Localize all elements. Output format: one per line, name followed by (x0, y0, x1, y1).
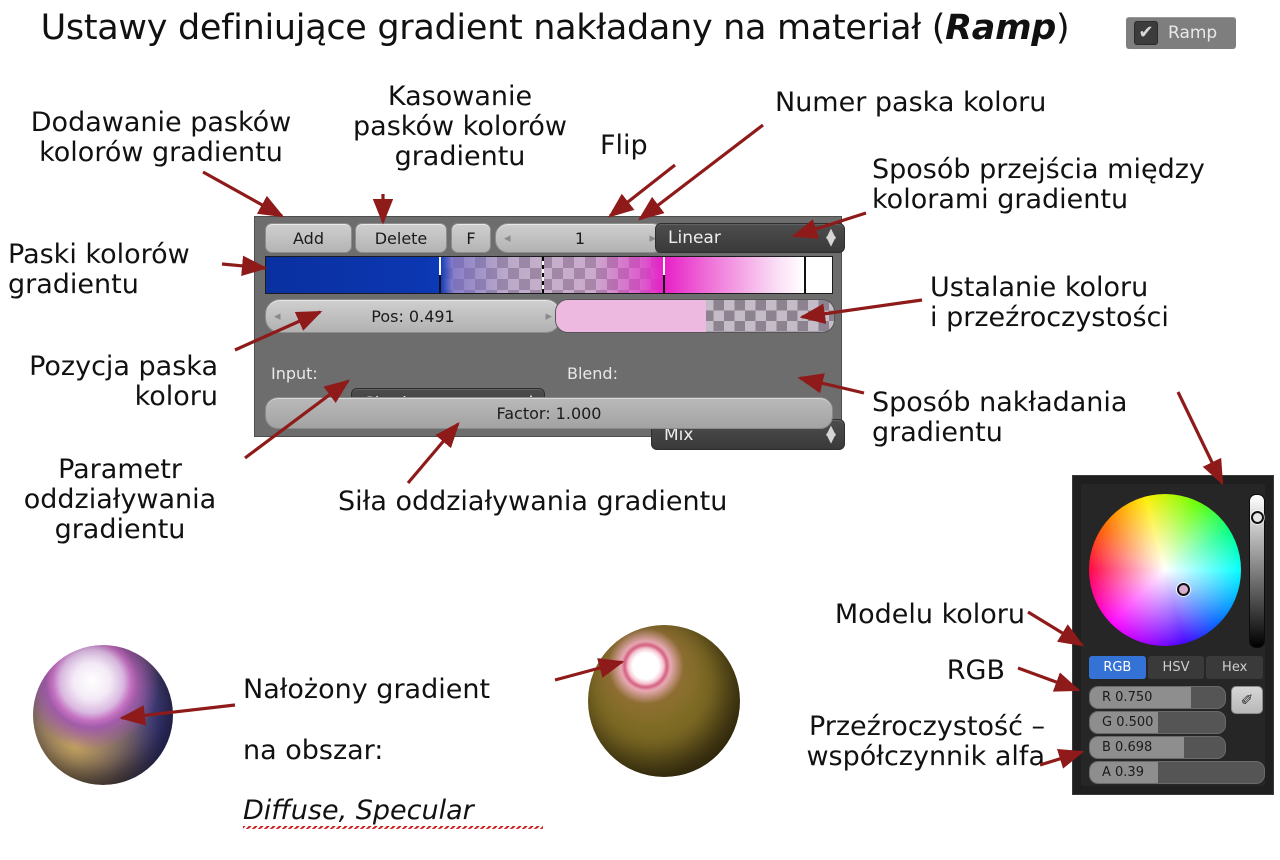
annotation-interpolation: Sposób przejścia między kolorami gradien… (872, 154, 1205, 216)
position-next-icon[interactable]: ▸ (545, 309, 552, 324)
blend-label: Blend: (567, 364, 618, 383)
preview-sphere-specular (588, 625, 740, 777)
delete-button[interactable]: Delete (355, 223, 447, 253)
annotation-stripe-number: Numer paska koloru (775, 87, 1047, 118)
stripe-index-value: 1 (574, 228, 586, 248)
annotation-set-color-alpha: Ustalanie koloru i przeźroczystości (930, 272, 1169, 334)
interpolation-dropdown[interactable]: Linear ▲ ▼ (655, 223, 845, 253)
annotation-stripe-position: Pozycja paska koloru (29, 351, 218, 413)
channel-label-b: B 0.698 (1102, 740, 1153, 755)
annotation-add-stripes: Dodawanie pasków kolorów gradientu (30, 107, 292, 169)
page-title-prefix: Ustawy definiujące gradient nakładany na… (40, 8, 946, 48)
color-wheel-cursor[interactable] (1177, 583, 1190, 596)
chevron-down-icon: ▼ (826, 430, 836, 446)
preview-sphere-diffuse (33, 645, 173, 785)
tab-rgb[interactable]: RGB (1089, 656, 1146, 679)
chevron-updown-icon[interactable]: ▲ ▼ (826, 227, 836, 249)
channel-label-r: R 0.750 (1102, 690, 1153, 705)
channel-slider-b[interactable]: B 0.698 (1089, 736, 1226, 759)
chevron-down-icon: ▼ (826, 234, 836, 249)
color-alpha-swatch[interactable] (555, 299, 835, 333)
ramp-stop-marker[interactable] (663, 275, 666, 293)
tab-hex[interactable]: Hex (1206, 656, 1264, 679)
swatch-solid-color (556, 300, 707, 332)
page-title-suffix: ) (1056, 8, 1070, 48)
factor-slider[interactable]: Factor: 1.000 (265, 397, 833, 429)
value-slider-handle[interactable] (1251, 511, 1264, 524)
input-label: Input: (271, 364, 318, 383)
page-title: Ustawy definiujące gradient nakładany na… (0, 8, 1110, 48)
position-value: Pos: 0.491 (371, 306, 455, 326)
channel-slider-g[interactable]: G 0.500 (1089, 711, 1226, 734)
annotation-color-model: Modelu koloru (834, 599, 1025, 630)
annotation-influence-strength: Siła oddziaływania gradientu (338, 486, 728, 517)
color-wheel[interactable] (1089, 494, 1241, 646)
add-button[interactable]: Add (265, 223, 352, 253)
page-title-emphasis: Ramp (945, 8, 1057, 48)
color-picker-popup: RGB HSV Hex R 0.750 G 0.500 B 0.698 A 0.… (1072, 475, 1274, 795)
eyedropper-glyph: ✐ (1240, 691, 1254, 709)
applied-gradient-line2: na obszar: (243, 734, 384, 766)
ramp-stop-marker[interactable] (663, 257, 666, 275)
checkmark-glyph: ✔ (1138, 22, 1154, 43)
channel-slider-a[interactable]: A 0.39 (1089, 761, 1265, 784)
stripe-index-field[interactable]: ◂ 1 ▸ (495, 223, 665, 253)
eyedropper-icon[interactable]: ✐ (1231, 686, 1263, 714)
channel-label-a: A 0.39 (1102, 765, 1144, 780)
annotation-applied-gradient: Nałożony gradient na obszar: Diffuse, Sp… (243, 645, 543, 860)
ramp-stop-marker-selected[interactable] (542, 257, 545, 293)
tab-hsv[interactable]: HSV (1147, 656, 1205, 679)
ramp-toggle[interactable]: ✔ Ramp (1126, 17, 1236, 49)
annotation-rgb: RGB (946, 655, 1005, 686)
channel-slider-r[interactable]: R 0.750 (1089, 686, 1226, 709)
chevron-updown-icon[interactable]: ▲ ▼ (826, 423, 836, 446)
annotation-delete-stripes: Kasowanie pasków kolorów gradientu (353, 81, 567, 173)
annotation-alpha: Przeźroczystość – współczynnik alfa (806, 711, 1045, 773)
position-field[interactable]: ◂ Pos: 0.491 ▸ (265, 299, 561, 333)
color-mode-tabs: RGB HSV Hex (1089, 656, 1264, 679)
ramp-stop-marker[interactable] (438, 275, 441, 293)
interpolation-value: Linear (668, 228, 721, 248)
annotation-blend-method: Sposób nakładania gradientu (872, 387, 1128, 449)
annotation-color-stripes: Paski kolorów gradientu (8, 239, 190, 301)
applied-gradient-line1: Nałożony gradient (243, 674, 491, 706)
annotation-flip: Flip (600, 130, 648, 161)
checkbox-checked-icon[interactable]: ✔ (1134, 21, 1158, 45)
color-picker-body: RGB HSV Hex R 0.750 G 0.500 B 0.698 A 0.… (1081, 484, 1265, 786)
applied-gradient-areas: Diffuse, Specular (243, 795, 543, 830)
ramp-stop-marker[interactable] (438, 257, 441, 275)
ramp-stop-marker[interactable] (803, 257, 806, 293)
color-ramp-band[interactable] (265, 256, 833, 294)
annotation-influence-param: Parametr oddziaływania gradientu (23, 454, 217, 546)
flip-button[interactable]: F (451, 223, 491, 253)
color-ramp-panel: Add Delete F ◂ 1 ▸ Linear ▲ ▼ ◂ Pos: 0.4… (254, 216, 845, 450)
ramp-toggle-label: Ramp (1168, 23, 1218, 43)
channel-label-g: G 0.500 (1102, 715, 1154, 730)
slide-canvas: Ustawy definiujące gradient nakładany na… (0, 0, 1280, 830)
